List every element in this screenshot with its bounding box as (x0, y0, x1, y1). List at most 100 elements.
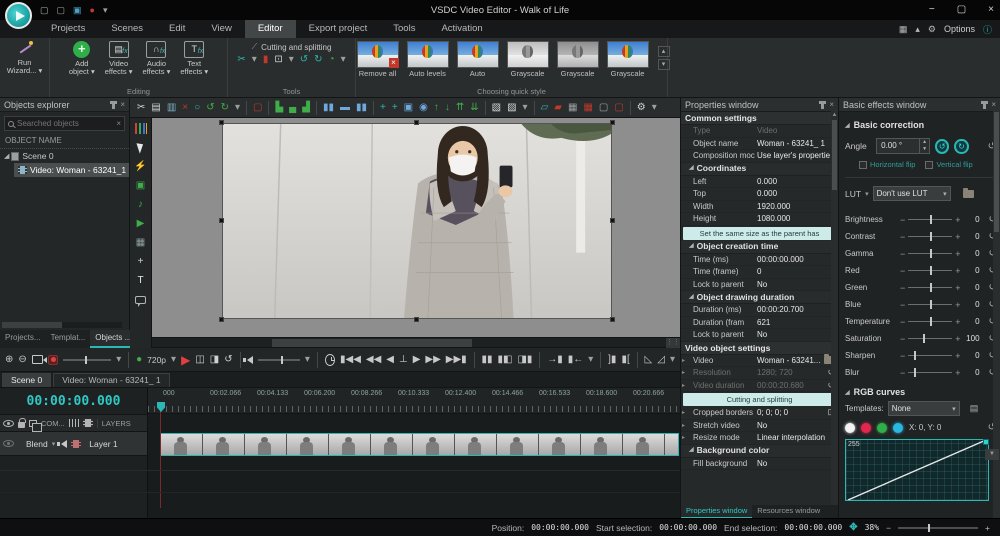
text-tool-icon[interactable]: T (134, 274, 148, 287)
pan-mode-icon[interactable]: ✥ (849, 522, 857, 533)
zoom-in-icon[interactable]: ⊕ (5, 354, 13, 365)
dropdown-icon[interactable]: ▾ (252, 54, 257, 65)
trim-end-icon[interactable]: ◨▮ (517, 354, 532, 365)
dropdown-icon[interactable]: ▾ (305, 354, 310, 365)
open-project-icon[interactable]: ▢ (57, 0, 66, 20)
duration-icon[interactable] (325, 354, 335, 366)
redo-icon[interactable]: ↻ (218, 99, 232, 117)
run-wizard-button[interactable]: RunWizard... ▾ (2, 38, 47, 75)
slider-minus-icon[interactable]: − (900, 317, 905, 327)
rgb-curve-graph[interactable]: 255 (845, 439, 989, 501)
slider-plus-icon[interactable]: + (955, 249, 960, 259)
cut-icon[interactable]: ✂ (134, 99, 148, 117)
slider-plus-icon[interactable]: + (955, 232, 960, 242)
send-back-icon[interactable]: ⇊ (467, 99, 481, 117)
split-parts-icon[interactable]: ▮▮ (482, 354, 493, 365)
zoom-out-icon[interactable]: ⊖ (18, 354, 26, 365)
volume-icon[interactable] (247, 356, 253, 364)
image-tool-icon[interactable]: ▣ (134, 179, 148, 192)
zoom-out-button[interactable]: − (886, 523, 891, 533)
blend-mode-select[interactable]: Blend (26, 439, 48, 449)
slider-track-brightness[interactable] (908, 219, 952, 220)
rotate-cw-icon[interactable]: ↻ (314, 54, 322, 65)
curve-template-select[interactable]: None▾ (888, 401, 960, 416)
slider-track-saturation[interactable] (908, 338, 952, 339)
settings-icon[interactable]: ⚙ (634, 99, 649, 117)
prop-button-set-the-same-size-as-the-parent-has[interactable]: Set the same size as the parent has (683, 227, 836, 240)
audio-tool-icon[interactable]: ♪ (134, 198, 148, 211)
fit-scene-icon[interactable]: ◫ (195, 354, 204, 365)
dropdown-icon[interactable]: ▾ (670, 354, 675, 365)
slider-minus-icon[interactable]: − (900, 351, 905, 361)
quick-style-auto-levels[interactable]: Auto levels (405, 41, 451, 78)
dropdown-icon[interactable]: ▾ (649, 99, 660, 117)
basic-correction-section[interactable]: ◢Basic correction (845, 120, 996, 130)
go-end-icon[interactable]: ▶▶▮ (446, 354, 467, 365)
clear-search-icon[interactable]: × (116, 119, 121, 128)
trim-tool-icon[interactable]: ▮ (263, 54, 269, 65)
film-icon[interactable] (83, 419, 93, 427)
add-object-button[interactable]: +Addobject ▾ (64, 38, 100, 76)
lower-icon[interactable]: ↓ (442, 99, 453, 117)
sprite-tool-icon[interactable]: ▦ (134, 236, 148, 249)
prop-section-object-drawing-duration[interactable]: ◢Object drawing duration (681, 291, 838, 304)
rotate-cw-button[interactable]: ↻ (954, 139, 968, 154)
selection-start-marker-icon[interactable]: ]▮ (608, 354, 616, 365)
grid-snap-icon[interactable]: ▦ (580, 99, 595, 117)
resize-handle[interactable] (610, 218, 615, 223)
bottom-tab-properties-window[interactable]: Properties window (681, 505, 752, 518)
slider-minus-icon[interactable]: − (900, 266, 905, 276)
info-icon[interactable]: ⓘ (983, 23, 992, 36)
prop-button-cutting-and-splitting[interactable]: Cutting and splitting (683, 393, 836, 406)
options-button[interactable]: Options (944, 24, 975, 34)
link-icon[interactable]: ▱ (538, 99, 552, 117)
move-clip-left-icon[interactable]: ◺ (645, 354, 653, 365)
menu-scenes[interactable]: Scenes (98, 20, 156, 38)
menu-activation[interactable]: Activation (428, 20, 495, 38)
prop-section-object-creation-time[interactable]: ◢Object creation time (681, 241, 838, 254)
copy-icon[interactable]: ▤ (148, 99, 163, 117)
center-v-icon[interactable]: + (389, 99, 401, 117)
layer-film-icon[interactable] (71, 440, 81, 448)
movement-tool-icon[interactable]: + (134, 255, 148, 268)
fit-circle-icon[interactable]: ◉ (416, 99, 431, 117)
zoom-slider[interactable] (898, 527, 978, 529)
pin-icon[interactable] (112, 101, 115, 109)
channel-dot-1[interactable] (861, 423, 871, 433)
undo-icon[interactable]: ↺ (203, 99, 217, 117)
cursor-tool-icon[interactable] (134, 141, 148, 154)
video-clip-track[interactable] (160, 433, 679, 456)
resize-handle[interactable] (219, 317, 224, 322)
layer-visibility-icon[interactable] (3, 440, 14, 447)
slider-plus-icon[interactable]: + (955, 283, 960, 293)
center-h-icon[interactable]: + (377, 99, 389, 117)
menu-export-project[interactable]: Export project (296, 20, 381, 38)
quick-style-remove-all[interactable]: ×Remove all (355, 41, 401, 78)
video-effects-button[interactable]: ▤fxVideoeffects ▾ (100, 38, 138, 76)
prop-value[interactable]: 0.000 (757, 177, 838, 186)
slider-plus-icon[interactable]: + (955, 266, 960, 276)
distribute-h-icon[interactable]: ▮▮ (320, 99, 337, 117)
refresh-preview-icon[interactable]: ↺ (224, 354, 232, 365)
collapse-ribbon-icon[interactable]: ▴ (915, 24, 920, 35)
dropdown-icon[interactable]: ▾ (171, 354, 176, 365)
menu-editor[interactable]: Editor (245, 20, 296, 38)
bounds-icon[interactable]: ▢ (596, 99, 611, 117)
waveform-icon[interactable] (69, 419, 79, 427)
prop-value[interactable]: No (757, 330, 838, 339)
prev-frame-icon[interactable]: ◀ (386, 354, 394, 365)
effects-scrollbar[interactable]: ▼ (993, 111, 1000, 518)
slider-track-green[interactable] (908, 287, 952, 288)
slider-minus-icon[interactable]: − (900, 334, 905, 344)
prop-value[interactable]: Linear interpolation (757, 433, 838, 442)
stop-icon[interactable]: ⊥ (399, 354, 408, 365)
prop-value[interactable]: 0.000 (757, 189, 838, 198)
prop-value[interactable]: No (757, 421, 838, 430)
align-left-icon[interactable]: ▙ (272, 99, 286, 117)
dropdown-icon[interactable]: ▾ (289, 54, 294, 65)
dropdown-icon[interactable]: ▾ (232, 99, 243, 117)
preview-horizontal-scrollbar[interactable]: ⋮⋮ (152, 338, 680, 348)
layers-stack-icon[interactable] (29, 420, 37, 427)
bottom-tab-resources-window[interactable]: Resources window (752, 505, 825, 518)
lut-select[interactable]: Don't use LUT▾ (873, 186, 951, 201)
